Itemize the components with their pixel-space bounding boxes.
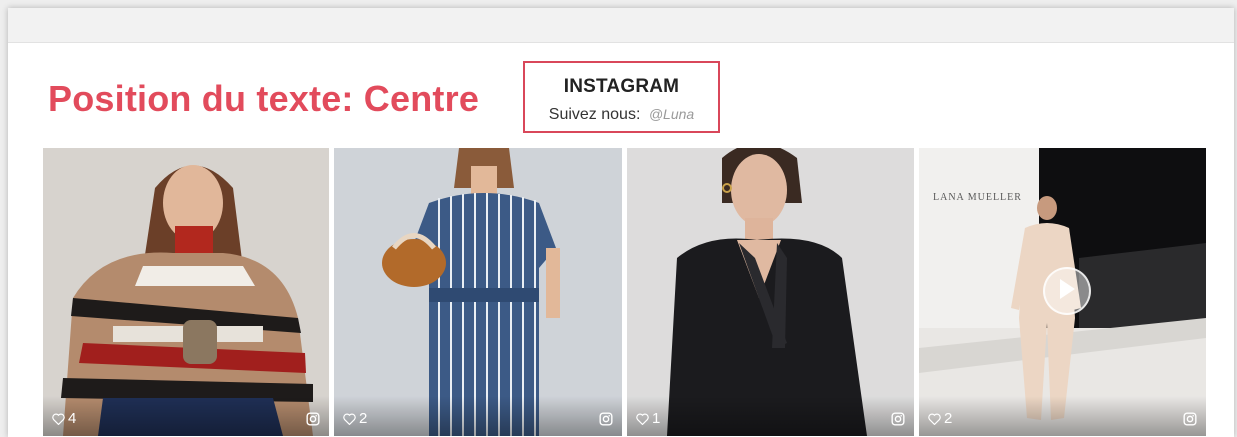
post-3-overlay	[627, 396, 914, 436]
post-3-like-count: 1	[652, 410, 661, 427]
post-1-overlay	[43, 396, 329, 436]
feed-post-4[interactable]: LANA MUELLER 2	[919, 148, 1206, 436]
post-2-likes: 2	[343, 410, 367, 427]
heart-icon	[343, 413, 356, 425]
top-bar	[8, 8, 1234, 43]
post-4-likes: 2	[928, 410, 952, 427]
post-2-overlay	[334, 396, 622, 436]
post-1-likes: 4	[52, 410, 76, 427]
post-1-image	[43, 148, 329, 436]
post-4-like-count: 2	[944, 410, 953, 427]
instagram-handle-link[interactable]: @Luna	[649, 106, 694, 122]
feed-post-2[interactable]: 2	[334, 148, 622, 436]
play-icon	[1060, 279, 1075, 299]
page-title: Position du texte: Centre	[48, 78, 480, 119]
play-button[interactable]	[1043, 267, 1091, 315]
post-4-overlay	[919, 396, 1206, 436]
instagram-icon	[891, 412, 905, 426]
instagram-icon	[599, 412, 613, 426]
feed-post-3[interactable]: 1	[627, 148, 914, 436]
follow-line: Suivez nous: @Luna	[525, 106, 718, 124]
post-2-like-count: 2	[359, 410, 368, 427]
heart-icon	[636, 413, 649, 425]
post-3-likes: 1	[636, 410, 660, 427]
post-3-image	[627, 148, 914, 436]
instagram-icon	[1183, 412, 1197, 426]
post-2-image	[334, 148, 622, 436]
feed-post-1[interactable]: 4	[43, 148, 329, 436]
page-frame: Position du texte: Centre INSTAGRAM Suiv…	[8, 8, 1234, 437]
video-brand-text: LANA MUELLER	[933, 192, 1022, 203]
instagram-icon	[306, 412, 320, 426]
post-1-like-count: 4	[68, 410, 77, 427]
heart-icon	[52, 413, 65, 425]
heart-icon	[928, 413, 941, 425]
instagram-header-box: INSTAGRAM Suivez nous: @Luna	[523, 61, 720, 133]
instagram-title: INSTAGRAM	[563, 76, 680, 97]
follow-label: Suivez nous:	[548, 106, 641, 123]
